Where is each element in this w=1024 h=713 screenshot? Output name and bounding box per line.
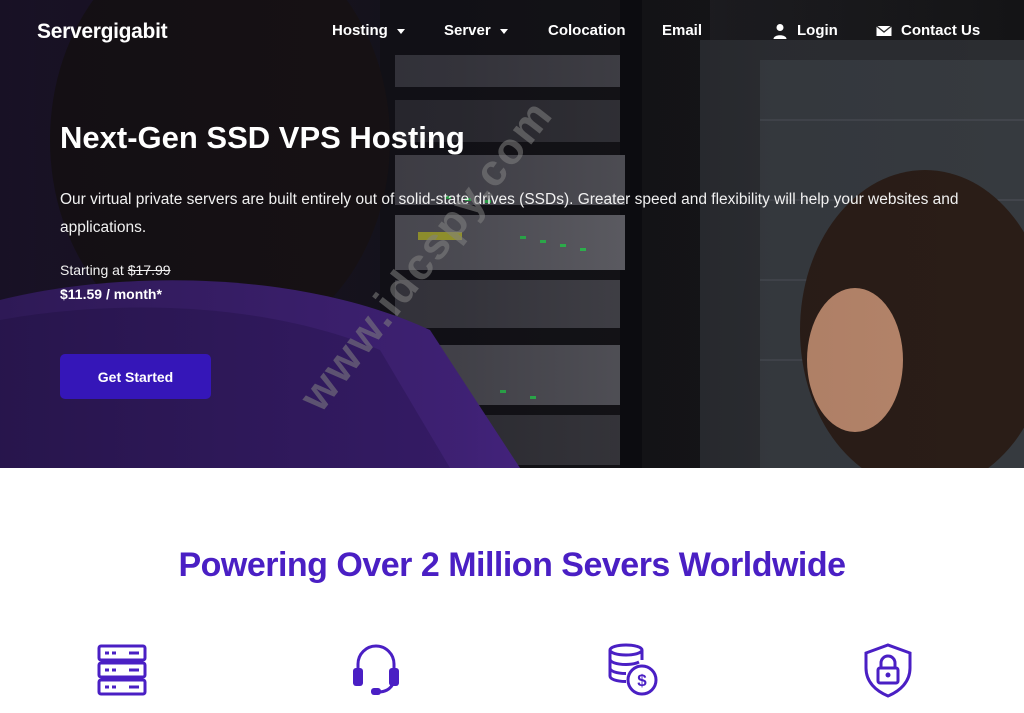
nav-item-server[interactable]: Server xyxy=(444,22,508,39)
user-icon xyxy=(773,23,787,39)
section-heading: Powering Over 2 Million Severs Worldwide xyxy=(178,546,846,584)
nav-item-label: Email xyxy=(662,22,703,39)
svg-text:$: $ xyxy=(637,671,647,690)
get-started-button[interactable]: Get Started xyxy=(60,354,211,399)
hero-title: Next-Gen SSD VPS Hosting xyxy=(60,120,465,155)
chevron-down-icon xyxy=(499,29,508,34)
hero-description: Our virtual private servers are built en… xyxy=(60,191,959,236)
top-navigation: Servergigabit Hosting Server Colocation … xyxy=(0,0,1024,62)
envelope-icon xyxy=(876,24,892,36)
coins-dollar-icon: $ xyxy=(608,643,658,696)
current-price: $11.59 / month* xyxy=(60,286,162,302)
server-stack-icon xyxy=(97,644,147,696)
contact-label: Contact Us xyxy=(901,22,981,39)
contact-us-link[interactable]: Contact Us xyxy=(876,22,980,39)
headset-icon xyxy=(353,644,399,695)
nav-item-label: Colocation xyxy=(548,22,626,39)
nav-item-label: Hosting xyxy=(332,22,388,39)
shield-lock-icon xyxy=(864,643,912,698)
site-logo[interactable]: Servergigabit xyxy=(37,20,168,44)
starting-price-line: Starting at $17.99 xyxy=(60,262,171,278)
login-link[interactable]: Login xyxy=(772,22,838,39)
nav-item-label: Server xyxy=(444,22,491,39)
chevron-down-icon xyxy=(396,29,405,34)
nav-item-colocation[interactable]: Colocation xyxy=(548,22,626,39)
login-label: Login xyxy=(797,22,838,39)
nav-item-email[interactable]: Email xyxy=(662,22,702,39)
old-price: $17.99 xyxy=(127,262,171,278)
nav-item-hosting[interactable]: Hosting xyxy=(332,22,405,39)
starting-label: Starting at xyxy=(60,262,124,278)
